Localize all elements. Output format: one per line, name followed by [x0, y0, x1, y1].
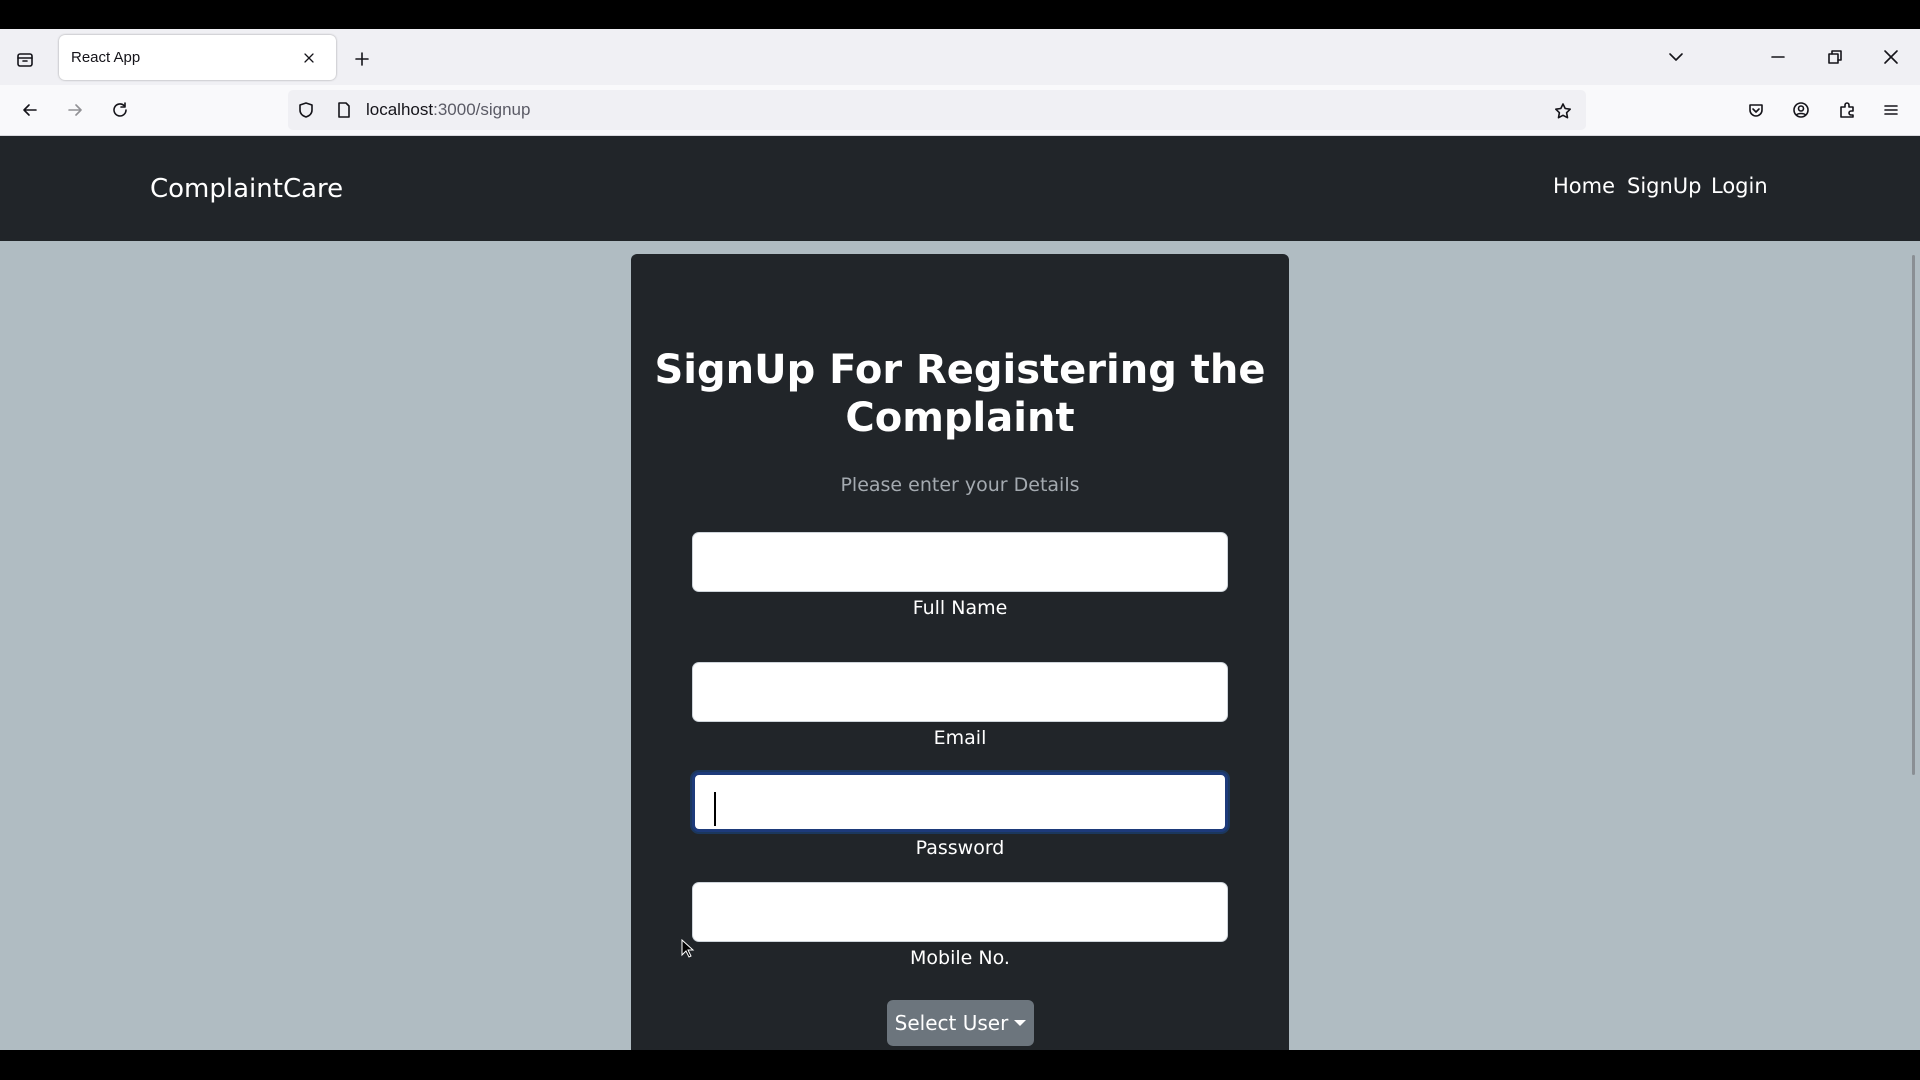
browser-tab[interactable]: React App: [59, 35, 336, 80]
full-name-label: Full Name: [912, 597, 1008, 619]
extensions-puzzle-icon[interactable]: [1832, 95, 1862, 125]
bookmark-star-icon[interactable]: [1550, 98, 1576, 124]
scrollbar-thumb[interactable]: [1912, 255, 1915, 775]
password-input[interactable]: [692, 772, 1228, 832]
close-tab-icon[interactable]: [297, 46, 321, 70]
reload-icon[interactable]: [105, 95, 135, 125]
minimize-icon[interactable]: [1763, 42, 1793, 72]
mobile-label: Mobile No.: [910, 947, 1010, 969]
select-user-dropdown-button[interactable]: Select User: [887, 1000, 1034, 1046]
page-viewport: ComplaintCare Home SignUp Login SignUp F…: [0, 136, 1920, 1050]
account-icon[interactable]: [1786, 95, 1816, 125]
nav-link-signup[interactable]: SignUp: [1627, 174, 1702, 198]
new-tab-icon[interactable]: [348, 45, 376, 73]
text-caret: [714, 792, 716, 826]
hamburger-menu-icon[interactable]: [1876, 95, 1906, 125]
signup-card: SignUp For Registering the Complaint Ple…: [631, 254, 1289, 1050]
pocket-icon[interactable]: [1741, 95, 1771, 125]
full-name-input[interactable]: [692, 532, 1228, 592]
tab-strip: React App: [0, 29, 1920, 85]
dropdown-caret-icon: [1014, 1020, 1027, 1026]
email-input[interactable]: [692, 662, 1228, 722]
nav-link-home[interactable]: Home: [1553, 174, 1615, 198]
form-subtitle: Please enter your Details: [840, 474, 1080, 496]
navigation-toolbar: localhost:3000/signup: [0, 85, 1920, 136]
back-arrow-icon[interactable]: [15, 95, 45, 125]
list-tabs-chevron-down-icon[interactable]: [1661, 42, 1691, 72]
forward-arrow-icon[interactable]: [60, 95, 90, 125]
url-text[interactable]: localhost:3000/signup: [366, 100, 530, 120]
url-host: localhost: [366, 100, 434, 119]
app-navbar: ComplaintCare Home SignUp Login: [0, 136, 1920, 241]
url-path: :3000/signup: [433, 100, 531, 119]
page-info-icon[interactable]: [332, 98, 356, 122]
tab-title: React App: [71, 49, 141, 66]
page-scrollbar[interactable]: [1908, 241, 1920, 1050]
restore-window-icon[interactable]: [1820, 42, 1850, 72]
url-bar[interactable]: localhost:3000/signup: [288, 90, 1586, 130]
navbar-brand[interactable]: ComplaintCare: [150, 174, 343, 204]
select-user-label: Select User: [894, 1011, 1009, 1035]
screen: React App localhost:3000/signup Complain…: [0, 0, 1920, 1080]
firefox-view-icon[interactable]: [10, 45, 40, 75]
close-window-icon[interactable]: [1876, 42, 1906, 72]
nav-link-login[interactable]: Login: [1711, 174, 1768, 198]
mouse-pointer-icon: [681, 938, 695, 964]
mobile-input[interactable]: [692, 882, 1228, 942]
email-label: Email: [933, 727, 987, 749]
form-heading: SignUp For Registering the Complaint: [654, 347, 1266, 441]
tracking-protection-shield-icon[interactable]: [294, 98, 318, 122]
password-label: Password: [915, 837, 1005, 859]
